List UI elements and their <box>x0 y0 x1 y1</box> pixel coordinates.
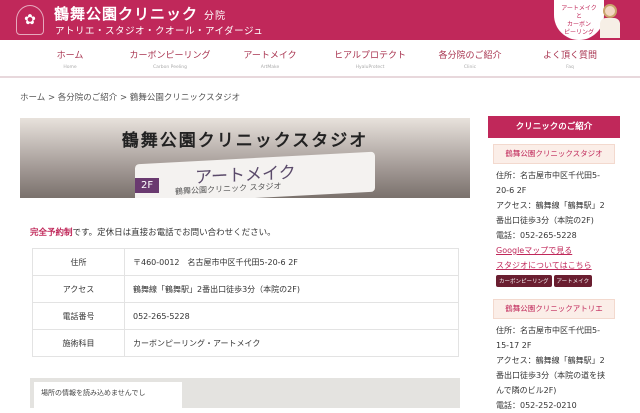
sidebar-title: クリニックのご紹介 <box>488 116 620 138</box>
row-label: 電話番号 <box>32 302 125 330</box>
nav-sublabel: HyaluProtect <box>355 65 385 70</box>
floor-sign: 2F <box>135 178 160 193</box>
bubble-line: ピーリング <box>563 29 594 36</box>
note-text: です。定休日は直接お電話でお問い合わせください。 <box>72 228 276 238</box>
clinic-details: 住所：名古屋市中区千代田5-20-6 2F アクセス：鶴舞線「鶴舞駅」2番出口徒… <box>488 164 620 273</box>
breadcrumb-separator: > <box>120 93 128 103</box>
breadcrumb-clinics[interactable]: 各分院のご紹介 <box>58 93 118 103</box>
site-title[interactable]: 鶴舞公園クリニック 分院 <box>54 3 226 24</box>
row-value: 〒460-0012 名古屋市中区千代田5-20-6 2F <box>124 248 459 276</box>
mascot-illustration <box>600 4 620 40</box>
nav-hyaluprotect[interactable]: ヒアルプロテクト HyaluProtect <box>320 40 420 76</box>
nav-carbon-peeling[interactable]: カーボンピーリング Carbon Peeling <box>120 40 220 76</box>
clinic-address: 住所：名古屋市中区千代田5-15-17 2F <box>496 326 600 350</box>
nav-label: カーボンピーリング <box>129 51 211 61</box>
site-subtitle: アトリエ・スタジオ・クオール・アイダージュ <box>55 26 264 37</box>
title-suffix: 分院 <box>204 11 227 22</box>
nav-sublabel: Clinic <box>463 65 477 70</box>
breadcrumb: ホーム > 各分院のご紹介 > 鶴舞公園クリニックスタジオ <box>20 91 240 103</box>
table-row: 電話番号 052-265-5228 <box>32 302 459 330</box>
tag-carbon-peeling[interactable]: カーボンピーリング <box>496 275 552 287</box>
clinic-access: アクセス：鶴舞線「鶴舞駅」2番出口徒歩3分（本院の2F) <box>496 201 605 225</box>
title-text: 鶴舞公園クリニック <box>54 5 199 23</box>
logo-icon[interactable]: ✿ <box>16 5 44 35</box>
page-title: 鶴舞公園クリニックスタジオ <box>121 131 369 151</box>
map-error-message: 場所の情報を読み込めませんでし <box>34 382 182 408</box>
row-value: 052-265-5228 <box>124 302 459 330</box>
sidebar: クリニックのご紹介 鶴舞公園クリニックスタジオ 住所：名古屋市中区千代田5-20… <box>488 116 620 413</box>
row-label: 施術科目 <box>32 329 125 357</box>
row-value: 鶴舞線「鶴舞駅」2番出口徒歩3分（本院の2F) <box>124 275 459 303</box>
nav-sublabel: Carbon Peeling <box>153 65 187 70</box>
tag-artmake[interactable]: アートメイク <box>553 275 593 287</box>
reservation-emphasis: 完全予約制 <box>30 228 73 238</box>
clinic-details: 住所：名古屋市中区千代田5-15-17 2F アクセス：鶴舞線「鶴舞駅」2番出口… <box>488 319 620 413</box>
table-row: アクセス 鶴舞線「鶴舞駅」2番出口徒歩3分（本院の2F) <box>32 275 459 303</box>
clinic-name: 鶴舞公園クリニックスタジオ <box>493 144 615 164</box>
treatment-tags: カーボンピーリング アートメイク <box>488 273 620 289</box>
nav-sublabel: Home <box>63 65 77 70</box>
bubble-line: と <box>575 13 582 20</box>
map-embed[interactable]: 場所の情報を読み込めませんでし <box>30 378 460 408</box>
breadcrumb-current: 鶴舞公園クリニックスタジオ <box>129 93 241 103</box>
bubble-line: カーボン <box>566 21 591 28</box>
nav-clinic[interactable]: 各分院のご紹介 Clinic <box>420 40 520 76</box>
studio-detail-link[interactable]: スタジオについてはこちら <box>496 258 612 273</box>
clinic-info-table: 住所 〒460-0012 名古屋市中区千代田5-20-6 2F アクセス 鶴舞線「鶴… <box>32 248 459 357</box>
clinic-name: 鶴舞公園クリニックアトリエ <box>493 299 615 319</box>
bubble-line: アートメイク <box>561 5 597 12</box>
hero-image: 鶴舞公園クリニックスタジオ アートメイク 鶴舞公園クリニック スタジオ 2F <box>20 118 470 198</box>
storefront-sign: アートメイク 鶴舞公園クリニック スタジオ <box>135 151 375 198</box>
breadcrumb-separator: > <box>47 93 56 103</box>
main-nav: ホーム Home カーボンピーリング Carbon Peeling アートメイク Ar… <box>0 40 640 78</box>
clinic-tel: 電話：052-265-5228 <box>496 231 577 240</box>
clinic-address: 住所：名古屋市中区千代田5-20-6 2F <box>496 171 600 195</box>
table-row: 施術科目 カーボンピーリング・アートメイク <box>32 329 459 357</box>
clinic-access: アクセス：鶴舞線「鶴舞駅」2番出口徒歩3分（本院の道を挟んで隣のビル2F) <box>496 356 606 395</box>
nav-label: ホーム <box>56 51 84 61</box>
breadcrumb-home[interactable]: ホーム <box>20 93 45 103</box>
nav-sublabel: Faq <box>566 65 574 70</box>
nav-faq[interactable]: よく頂く質問 Faq <box>520 40 620 76</box>
nav-artmake[interactable]: アートメイク ArtMake <box>220 40 320 76</box>
table-row: 住所 〒460-0012 名古屋市中区千代田5-20-6 2F <box>32 248 459 276</box>
sign-subtext: 鶴舞公園クリニック スタジオ <box>175 181 282 197</box>
nav-label: 各分院のご紹介 <box>438 51 502 61</box>
nav-label: ヒアルプロテクト <box>334 51 406 61</box>
site-header: ✿ 鶴舞公園クリニック 分院 アトリエ・スタジオ・クオール・アイダージュ アートメ… <box>0 0 640 40</box>
row-label: アクセス <box>32 275 125 303</box>
promo-bubble: アートメイク と カーボン ピーリング <box>554 0 604 40</box>
reservation-note: 完全予約制です。定休日は直接お電話でお問い合わせください。 <box>30 226 276 238</box>
google-map-link[interactable]: Googleマップで見る <box>496 243 612 258</box>
nav-label: アートメイク <box>243 51 297 61</box>
row-value: カーボンピーリング・アートメイク <box>124 329 459 357</box>
nav-label: よく頂く質問 <box>542 51 597 61</box>
nav-sublabel: ArtMake <box>260 65 280 70</box>
clinic-tel: 電話：052-252-0210 <box>496 401 577 410</box>
row-label: 住所 <box>32 248 125 276</box>
nav-home[interactable]: ホーム Home <box>20 40 120 76</box>
